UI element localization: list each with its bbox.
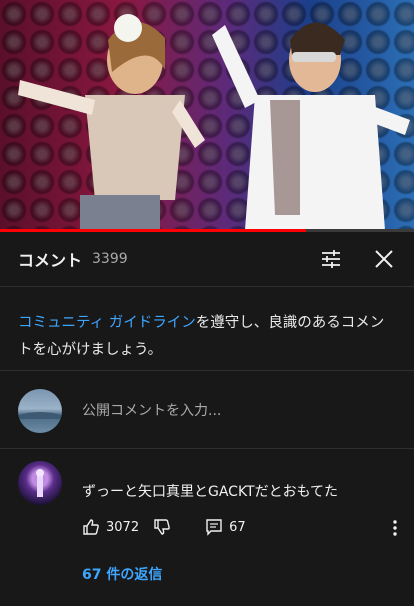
comments-count: 3399 xyxy=(92,251,128,267)
comment-actions: 3072 67 xyxy=(82,517,246,537)
close-icon[interactable] xyxy=(373,248,395,270)
view-replies-link[interactable]: 67 件の返信 xyxy=(82,564,162,584)
guidelines-text: コミュニティ ガイドラインを遵守し、良識のあるコメントを心がけましょう。 xyxy=(18,310,398,364)
my-avatar xyxy=(18,389,62,433)
reply-icon[interactable] xyxy=(205,518,223,536)
video-player[interactable] xyxy=(0,0,414,230)
like-count: 3072 xyxy=(106,519,140,535)
comment-text: ずっーと矢口真里とGACKTだとおもてた xyxy=(82,484,339,500)
thumbs-down-icon[interactable] xyxy=(153,518,171,536)
comments-title: コメント xyxy=(18,251,83,270)
commenter-avatar[interactable] xyxy=(18,461,62,505)
comment-input-placeholder[interactable]: 公開コメントを入力... xyxy=(82,400,221,420)
community-guidelines-link[interactable]: コミュニティ ガイドライン xyxy=(18,315,196,331)
community-guidelines-notice: コミュニティ ガイドラインを遵守し、良識のあるコメントを心がけましょう。 xyxy=(0,288,414,371)
reply-count: 67 xyxy=(229,519,246,535)
comments-header: コメント 3399 xyxy=(0,232,414,287)
filter-icon[interactable] xyxy=(320,248,342,270)
comment-input-row[interactable]: 公開コメントを入力... xyxy=(0,372,414,449)
video-figures xyxy=(18,14,410,230)
app-root: コメント 3399 コミュニティ ガイドラインを遵守し、良識のあるコメントを心が… xyxy=(0,0,414,606)
more-vert-icon[interactable] xyxy=(390,519,400,537)
thumbs-up-icon[interactable] xyxy=(82,518,100,536)
comment-item: ずっーと矢口真里とGACKTだとおもてた 3072 67 67 件の返信 xyxy=(0,449,414,606)
